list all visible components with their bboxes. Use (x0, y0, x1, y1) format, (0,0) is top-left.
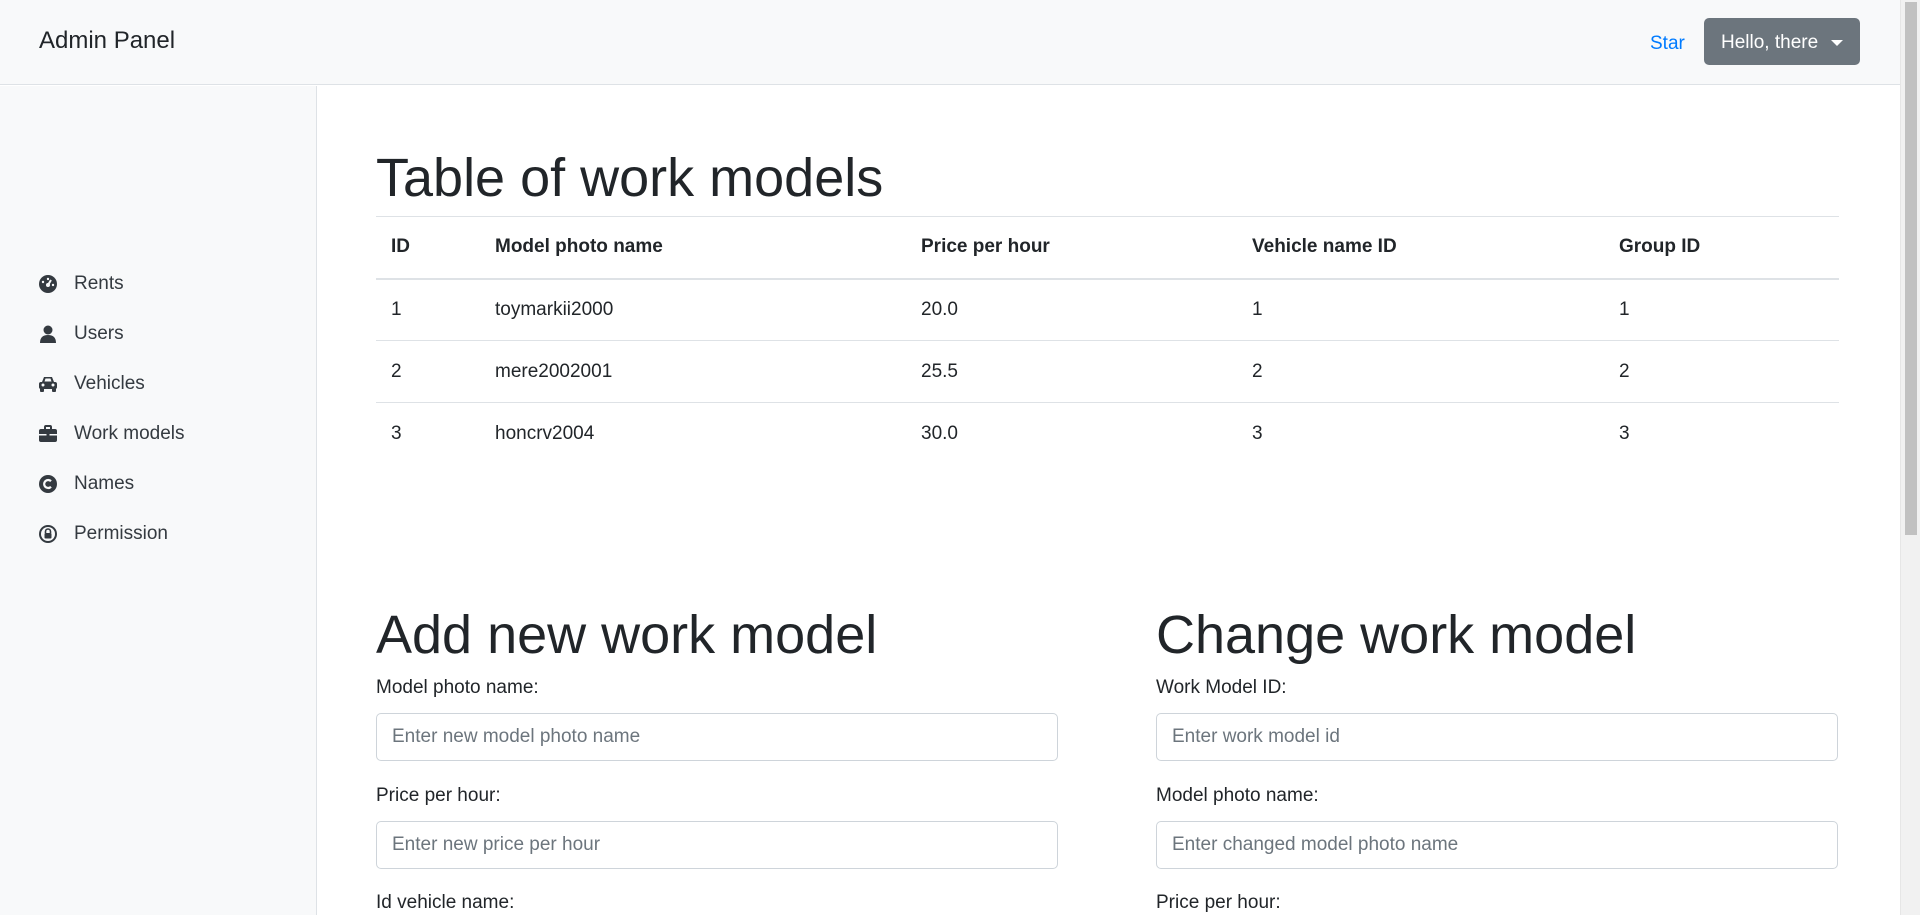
copyright-icon (38, 474, 58, 494)
change-photo-input[interactable] (1156, 821, 1838, 869)
column-header: Model photo name (480, 216, 906, 280)
column-header: Group ID (1604, 216, 1839, 280)
sidebar-item-label: Names (74, 473, 135, 494)
work-models-table: ID Model photo name Price per hour Vehic… (376, 216, 1839, 465)
add-form-title: Add new work model (376, 605, 878, 665)
caret-down-icon (1831, 40, 1843, 46)
add-price-label: Price per hour: (376, 785, 501, 806)
table-cell: 2 (376, 340, 480, 403)
sidebar: Rents Users Vehicles Work models Names P… (0, 86, 317, 915)
table-cell: toymarkii2000 (480, 278, 906, 341)
table-row: 3 honcrv2004 30.0 3 3 (376, 403, 1839, 465)
star-link[interactable]: Star (1650, 33, 1685, 55)
scrollbar-thumb[interactable] (1905, 2, 1917, 535)
sidebar-item-users[interactable]: Users (38, 319, 298, 349)
tachometer-icon (38, 274, 58, 294)
change-price-label: Price per hour: (1156, 892, 1281, 913)
sidebar-item-label: Permission (74, 523, 168, 544)
brand-title[interactable]: Admin Panel (39, 27, 175, 55)
column-header: Price per hour (906, 216, 1237, 280)
lock-icon (38, 524, 58, 544)
table-cell: mere2002001 (480, 340, 906, 403)
sidebar-item-work-models[interactable]: Work models (38, 419, 298, 449)
table-title: Table of work models (376, 148, 884, 208)
car-icon (38, 374, 58, 394)
sidebar-item-label: Work models (74, 423, 185, 444)
user-menu-label: Hello, there (1721, 32, 1819, 53)
change-id-input[interactable] (1156, 713, 1838, 761)
table-cell: 2 (1237, 340, 1604, 403)
table-cell: 3 (391, 422, 402, 444)
table-cell: 25.5 (906, 340, 1237, 403)
table-cell: 3 (1252, 422, 1263, 444)
table-cell: 30.0 (921, 422, 958, 444)
page-scrollbar[interactable] (1900, 0, 1920, 915)
sidebar-item-label: Rents (74, 273, 124, 294)
user-menu-button[interactable]: Hello, there (1704, 18, 1860, 65)
table-row: 2 mere2002001 25.5 2 2 (376, 340, 1839, 403)
table-row: 1 toymarkii2000 20.0 1 1 (376, 278, 1839, 341)
table-cell: honcrv2004 (495, 422, 595, 444)
table-header-row: ID Model photo name Price per hour Vehic… (376, 216, 1839, 280)
sidebar-item-rents[interactable]: Rents (38, 269, 298, 299)
table-cell: 1 (1604, 278, 1839, 341)
table-cell: 20.0 (906, 278, 1237, 341)
sidebar-item-names[interactable]: Names (38, 469, 298, 499)
user-icon (38, 324, 58, 344)
add-price-input[interactable] (376, 821, 1058, 869)
column-header: ID (376, 216, 480, 280)
change-form-title: Change work model (1156, 605, 1637, 665)
sidebar-item-vehicles[interactable]: Vehicles (38, 369, 298, 399)
change-photo-label: Model photo name: (1156, 785, 1319, 806)
column-header: Vehicle name ID (1237, 216, 1604, 280)
table-cell: 3 (1619, 422, 1630, 444)
sidebar-item-label: Users (74, 323, 124, 344)
add-photo-label: Model photo name: (376, 677, 539, 698)
table-cell: 2 (1604, 340, 1839, 403)
briefcase-icon (38, 424, 58, 444)
table-cell: 1 (376, 278, 480, 341)
add-vehicle-label: Id vehicle name: (376, 892, 515, 913)
table-cell: 1 (1237, 278, 1604, 341)
sidebar-item-label: Vehicles (74, 373, 145, 394)
main-content: Table of work models ID Model photo name… (318, 86, 1900, 915)
change-id-label: Work Model ID: (1156, 677, 1287, 698)
add-photo-input[interactable] (376, 713, 1058, 761)
top-navbar: Admin Panel Star Hello, there (0, 0, 1900, 85)
sidebar-item-permission[interactable]: Permission (38, 519, 298, 549)
